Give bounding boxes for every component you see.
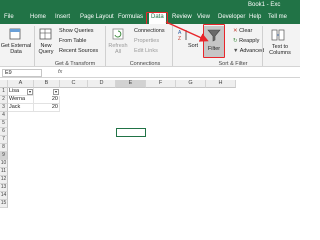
window-title: Book1 - Exc: [248, 2, 281, 8]
sort-icon: A Z: [178, 30, 187, 42]
column-header-g[interactable]: G: [176, 80, 206, 88]
column-header-a[interactable]: A: [8, 80, 34, 88]
database-icon: [9, 28, 21, 40]
tab-review[interactable]: Review: [172, 14, 192, 20]
tab-developer[interactable]: Developer: [218, 14, 245, 20]
text-to-columns-icon: [271, 29, 285, 41]
new-query-label: New Query: [38, 43, 54, 55]
get-transform-group-label: Get & Transform: [54, 61, 96, 67]
get-external-data-label: Get External Data: [0, 43, 32, 55]
row-header-1[interactable]: 1: [0, 88, 8, 96]
refresh-icon: [112, 28, 124, 40]
advanced-button[interactable]: ▼ Advanced: [233, 48, 264, 54]
row-header-8[interactable]: 8: [0, 144, 8, 152]
cell-a3[interactable]: Jack: [8, 104, 34, 112]
tab-insert[interactable]: Insert: [55, 14, 70, 20]
selected-cell-e9[interactable]: [116, 128, 146, 137]
reapply-label: Reapply: [239, 38, 260, 44]
row-header-5[interactable]: 5: [0, 120, 8, 128]
row-header-15[interactable]: 15: [0, 200, 8, 208]
row-header-3[interactable]: 3: [0, 104, 8, 112]
connections-group-label: Connections: [129, 61, 161, 67]
excel-window: Book1 - Exc File Home Insert Page Layout…: [0, 0, 300, 210]
row-header-9[interactable]: 9: [0, 152, 8, 160]
tab-view[interactable]: View: [197, 14, 210, 20]
row-header-12[interactable]: 12: [0, 176, 8, 184]
tab-help[interactable]: Help: [249, 14, 261, 20]
tab-home[interactable]: Home: [30, 14, 46, 20]
row-header-2[interactable]: 2: [0, 96, 8, 104]
fx-icon[interactable]: fx: [58, 69, 62, 75]
cell-a2[interactable]: Werna: [8, 96, 34, 104]
column-header-f[interactable]: F: [146, 80, 176, 88]
row-header-10[interactable]: 10: [0, 160, 8, 168]
filter-dropdown-a1[interactable]: ▾: [27, 89, 33, 95]
row-header-7[interactable]: 7: [0, 136, 8, 144]
column-header-d[interactable]: D: [88, 80, 116, 88]
show-queries-button[interactable]: Show Queries: [59, 28, 94, 34]
row-header-14[interactable]: 14: [0, 192, 8, 200]
column-header-c[interactable]: C: [60, 80, 88, 88]
connections-button[interactable]: Connections: [134, 28, 165, 34]
clear-label: Clear: [239, 28, 253, 34]
advanced-icon: ▼: [233, 48, 239, 54]
table-query-icon: [39, 28, 52, 40]
worksheet-grid[interactable]: A B C D E F G H 1 2 3 4 5 6 7 8 9 10 11 …: [0, 80, 300, 210]
row-header-4[interactable]: 4: [0, 112, 8, 120]
cell-b2[interactable]: 20: [34, 96, 60, 104]
properties-button[interactable]: Properties: [134, 38, 159, 44]
tab-formulas[interactable]: Formulas: [118, 14, 143, 20]
cell-b3[interactable]: 20: [34, 104, 60, 112]
svg-text:Z: Z: [178, 36, 181, 42]
name-box[interactable]: E9: [2, 69, 42, 77]
advanced-label: Advanced: [239, 48, 265, 54]
reapply-icon: ↻: [233, 38, 238, 44]
row-header-13[interactable]: 13: [0, 184, 8, 192]
column-header-e[interactable]: E: [116, 80, 146, 88]
from-table-button[interactable]: From Table: [59, 38, 86, 44]
title-bar: Book1 - Exc: [0, 0, 300, 12]
row-header-11[interactable]: 11: [0, 168, 8, 176]
sort-filter-group-label: Sort & Filter: [218, 61, 248, 67]
clear-icon: ✕: [233, 28, 238, 34]
filter-highlight: [203, 24, 225, 58]
column-header-h[interactable]: H: [206, 80, 236, 88]
sort-label: Sort: [187, 43, 199, 49]
clear-button[interactable]: ✕ Clear: [233, 28, 252, 34]
filter-dropdown-b1[interactable]: ▾: [53, 89, 59, 95]
select-all-corner[interactable]: [0, 80, 8, 88]
edit-links-button[interactable]: Edit Links: [134, 48, 158, 54]
refresh-all-label: Refresh All: [108, 43, 128, 55]
recent-sources-button[interactable]: Recent Sources: [59, 48, 98, 54]
tab-file[interactable]: File: [4, 14, 14, 20]
reapply-button[interactable]: ↻ Reapply: [233, 38, 259, 44]
tab-tell-me[interactable]: Tell me: [268, 14, 287, 20]
row-header-6[interactable]: 6: [0, 128, 8, 136]
text-to-columns-label: Text to Columns: [269, 44, 291, 56]
column-header-b[interactable]: B: [34, 80, 60, 88]
tab-page-layout[interactable]: Page Layout: [80, 14, 114, 20]
formula-bar: E9 fx: [0, 68, 300, 78]
